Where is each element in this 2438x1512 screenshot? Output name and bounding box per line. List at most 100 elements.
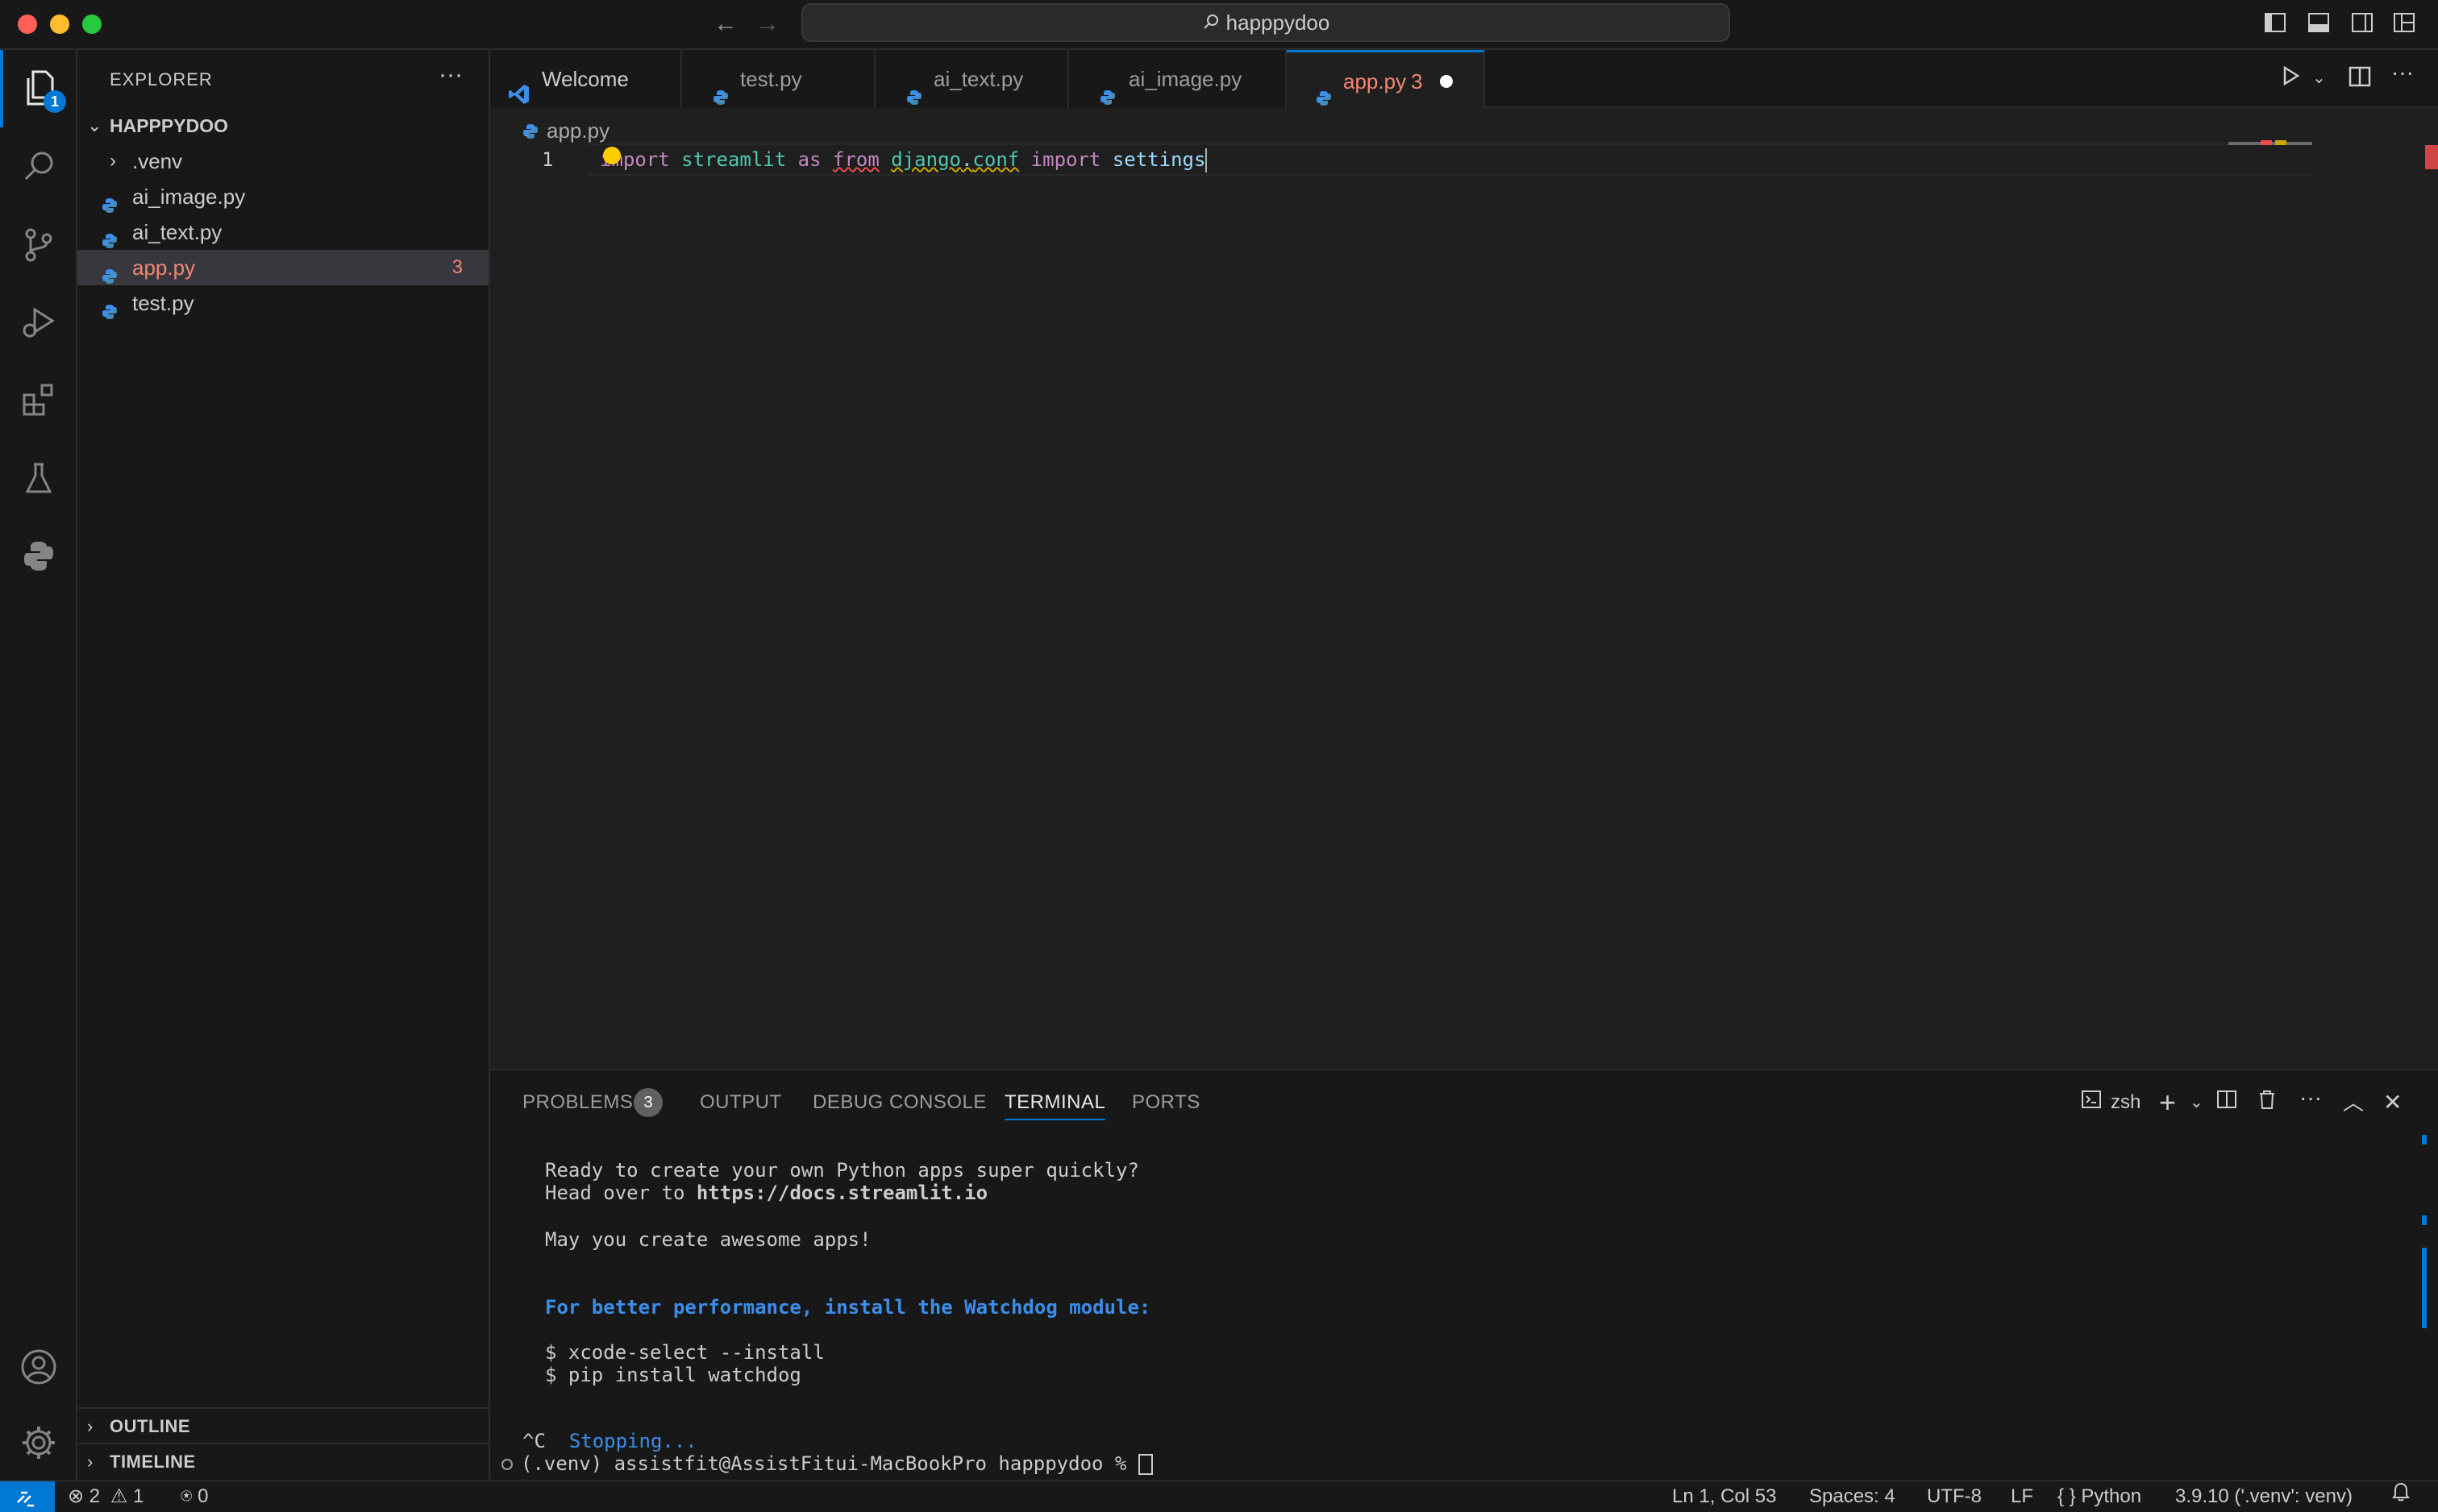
explorer-sidebar: EXPLORER ··· ⌄ HAPPPYDOO › .venv ai_imag… xyxy=(77,50,490,1480)
editor-tab-bar: Welcome test.py ai_text.py ai_image.py a… xyxy=(490,50,2438,108)
python-interpreter[interactable]: 3.9.10 ('.venv': venv) xyxy=(2175,1481,2353,1512)
ports-status[interactable]: ⍟ 0 xyxy=(181,1481,208,1512)
tree-item-ai-image[interactable]: ai_image.py xyxy=(77,179,489,214)
tab-welcome[interactable]: Welcome xyxy=(490,50,682,108)
panel-tab-terminal[interactable]: TERMINAL xyxy=(1005,1086,1106,1120)
back-arrow-icon[interactable]: ← xyxy=(709,10,742,39)
panel-tab-output[interactable]: OUTPUT xyxy=(700,1086,782,1119)
terminal-scroll-marker xyxy=(2422,1215,2427,1225)
more-actions-icon[interactable]: ··· xyxy=(439,61,463,89)
kill-terminal-trash-icon[interactable] xyxy=(2256,1088,2278,1118)
accounts-icon[interactable] xyxy=(0,1328,77,1406)
terminal-line: May you create awesome apps! xyxy=(545,1228,872,1251)
tree-item-test[interactable]: test.py xyxy=(77,285,489,321)
file-encoding[interactable]: UTF-8 xyxy=(1927,1481,1982,1512)
manage-gear-icon[interactable] xyxy=(0,1404,77,1481)
end-of-line[interactable]: LF xyxy=(2011,1481,2033,1512)
tab-app-py[interactable]: app.py 3 xyxy=(1287,50,1485,108)
panel-tab-problems[interactable]: PROBLEMS xyxy=(522,1086,633,1119)
command-center-search[interactable]: happpydoo xyxy=(801,3,1730,42)
terminal-prompt: (.venv) assistfit@AssistFitui-MacBookPro… xyxy=(521,1452,1138,1475)
broadcast-icon: ⍟ xyxy=(181,1485,193,1507)
search-icon[interactable] xyxy=(0,127,77,205)
tab-problem-count: 3 xyxy=(1411,69,1423,93)
tree-item-label: .venv xyxy=(132,149,183,173)
minimap-error-marker xyxy=(2261,140,2272,145)
panel-tab-ports[interactable]: PORTS xyxy=(1132,1086,1200,1119)
problems-status[interactable]: ⊗ 2 ⚠ 1 xyxy=(68,1481,144,1512)
breadcrumb-file[interactable]: app.py xyxy=(547,118,610,143)
search-icon xyxy=(1202,6,1221,42)
panel-more-actions-icon[interactable]: ··· xyxy=(2299,1083,2322,1112)
editor-more-actions-icon[interactable]: ··· xyxy=(2391,60,2414,85)
error-count: 2 xyxy=(89,1485,101,1507)
indentation-setting[interactable]: Spaces: 4 xyxy=(1809,1481,1895,1512)
notifications-bell-icon[interactable] xyxy=(2391,1481,2411,1512)
customize-layout-icon[interactable] xyxy=(2391,10,2420,39)
run-python-file-icon[interactable] xyxy=(2280,64,2303,93)
tab-ai-text-py[interactable]: ai_text.py xyxy=(876,50,1069,108)
unsaved-dot-icon[interactable] xyxy=(1440,75,1453,88)
workspace-folder-header[interactable]: ⌄ HAPPPYDOO xyxy=(77,108,489,143)
tree-item-label: ai_text.py xyxy=(132,220,223,244)
tab-test-py[interactable]: test.py xyxy=(682,50,876,108)
panel-tab-debug-console[interactable]: DEBUG CONSOLE xyxy=(813,1086,987,1119)
lightbulb-icon[interactable] xyxy=(603,147,621,164)
terminal-link[interactable]: https://docs.streamlit.io xyxy=(697,1182,988,1204)
window-minimize-button[interactable] xyxy=(50,15,69,34)
minimap-warning-marker xyxy=(2275,140,2286,145)
bottom-panel: PROBLEMS 3 OUTPUT DEBUG CONSOLE TERMINAL… xyxy=(490,1069,2438,1480)
module-token: conf xyxy=(972,148,1020,171)
terminal-line: $ pip install watchdog xyxy=(545,1364,801,1386)
tab-label: Welcome xyxy=(542,67,629,91)
explorer-icon[interactable]: 1 xyxy=(0,50,77,127)
keyword-token: import xyxy=(1030,148,1101,171)
close-panel-icon[interactable]: ✕ xyxy=(2383,1088,2402,1117)
terminal-line: ^C Stopping... xyxy=(522,1430,697,1452)
tab-label: ai_text.py xyxy=(934,67,1024,91)
toggle-primary-sidebar-icon[interactable] xyxy=(2262,10,2291,39)
language-label: Python xyxy=(2081,1485,2142,1507)
terminal-shell-name[interactable]: zsh xyxy=(2111,1088,2141,1117)
outline-section-header[interactable]: › OUTLINE xyxy=(77,1407,489,1443)
tree-item-ai-text[interactable]: ai_text.py xyxy=(77,214,489,250)
split-editor-icon[interactable] xyxy=(2348,64,2372,94)
terminal-scrollbar-thumb[interactable] xyxy=(2422,1248,2427,1328)
tree-item-label: test.py xyxy=(132,291,194,315)
section-label: OUTLINE xyxy=(110,1416,191,1436)
terminal-line: Ready to create your own Python apps sup… xyxy=(545,1159,1139,1182)
text-cursor xyxy=(1205,148,1208,172)
run-and-debug-icon[interactable] xyxy=(0,284,77,361)
python-icon[interactable] xyxy=(0,517,77,595)
code-line-1[interactable]: import streamlit as from django.conf imp… xyxy=(600,143,1208,176)
module-token: streamlit xyxy=(681,148,787,171)
testing-flask-icon[interactable] xyxy=(0,440,77,517)
code-editor[interactable]: app.py 1 import streamlit as from django… xyxy=(490,108,2438,1069)
window-close-button[interactable] xyxy=(18,15,37,34)
punctuation-token: . xyxy=(960,148,973,171)
source-control-icon[interactable] xyxy=(0,206,77,284)
activity-bar: 1 xyxy=(0,50,77,1480)
toggle-panel-icon[interactable] xyxy=(2306,10,2335,39)
window-maximize-button[interactable] xyxy=(82,15,102,34)
toggle-secondary-sidebar-icon[interactable] xyxy=(2349,10,2378,39)
terminal-prompt-line[interactable]: (.venv) assistfit@AssistFitui-MacBookPro… xyxy=(501,1452,1153,1475)
remote-indicator[interactable] xyxy=(0,1481,55,1512)
run-dropdown-chevron-icon[interactable]: ⌄ xyxy=(2312,68,2326,88)
new-terminal-plus-icon[interactable]: + xyxy=(2159,1088,2176,1117)
cursor-position[interactable]: Ln 1, Col 53 xyxy=(1672,1481,1776,1512)
scrollbar-error-marker xyxy=(2425,145,2438,169)
tree-item-app[interactable]: app.py 3 xyxy=(77,250,489,285)
braces-icon: { } xyxy=(2057,1485,2076,1507)
timeline-section-header[interactable]: › TIMELINE xyxy=(77,1443,489,1478)
tree-item-venv[interactable]: › .venv xyxy=(77,143,489,179)
maximize-panel-chevron-icon[interactable]: ︿ xyxy=(2343,1088,2364,1117)
language-mode[interactable]: { } Python xyxy=(2057,1481,2141,1512)
tab-ai-image-py[interactable]: ai_image.py xyxy=(1069,50,1287,108)
problems-count-badge: 3 xyxy=(634,1088,663,1117)
new-terminal-dropdown-icon[interactable]: ⌄ xyxy=(2190,1088,2203,1117)
extensions-icon[interactable] xyxy=(0,361,77,438)
split-terminal-icon[interactable] xyxy=(2215,1088,2238,1118)
forward-arrow-icon[interactable]: → xyxy=(751,10,784,39)
explorer-badge: 1 xyxy=(44,90,66,113)
